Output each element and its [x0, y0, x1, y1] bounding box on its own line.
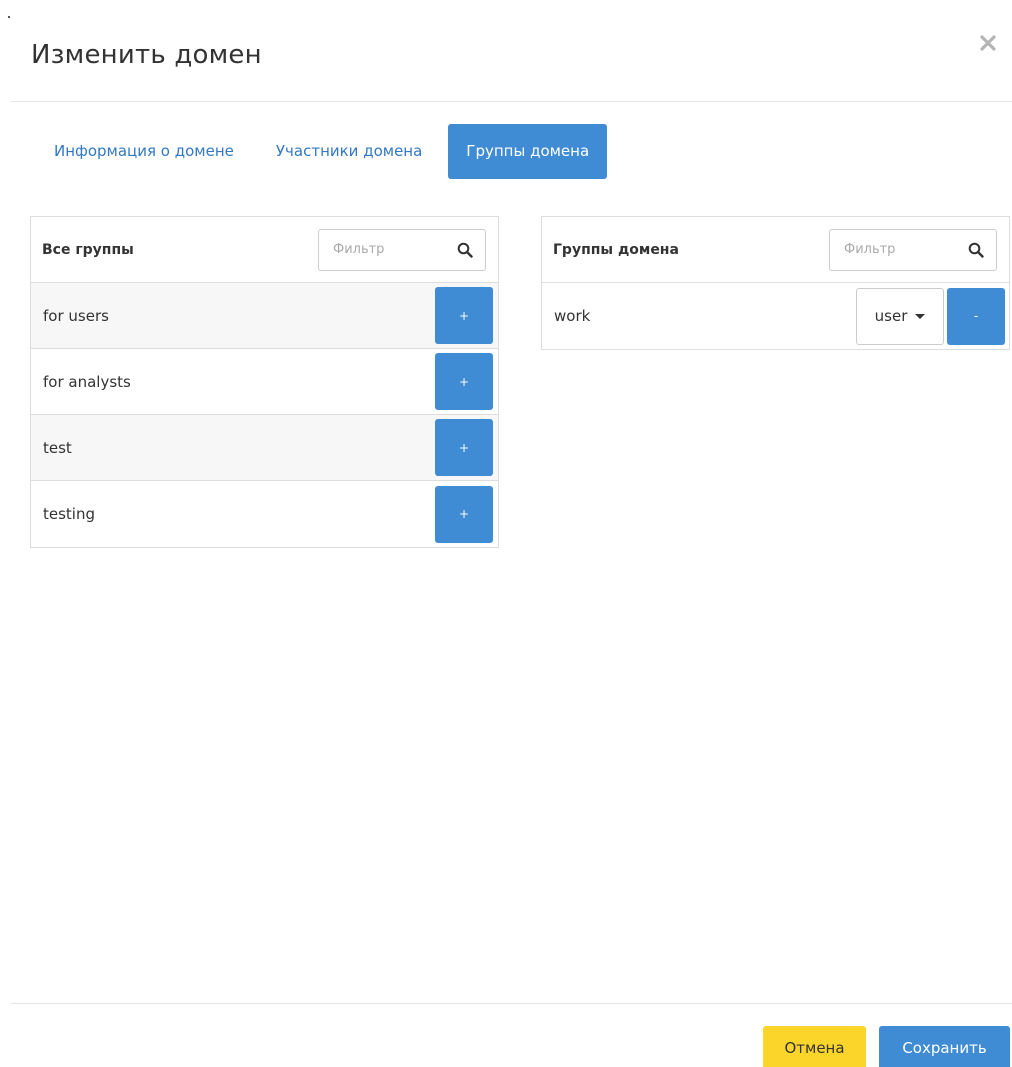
group-name: for analysts [43, 372, 131, 391]
header-divider [11, 101, 1012, 102]
list-item: test + [31, 415, 498, 481]
add-group-button[interactable]: + [435, 287, 493, 344]
list-item: for users + [31, 283, 498, 349]
all-groups-title: Все группы [42, 241, 134, 258]
tab-domain-info[interactable]: Информация о домене [36, 124, 252, 179]
group-name: for users [43, 306, 109, 325]
domain-groups-title: Группы домена [553, 241, 679, 258]
domain-groups-panel: Группы домена work user - [541, 216, 1010, 350]
list-item: testing + [31, 481, 498, 547]
add-group-button[interactable]: + [435, 419, 493, 476]
group-name: work [554, 307, 591, 325]
role-value: user [874, 307, 908, 325]
cancel-button[interactable]: Отмена [763, 1026, 866, 1067]
search-icon[interactable] [968, 242, 984, 258]
all-groups-header: Все группы [31, 217, 498, 283]
list-item: work user - [542, 283, 1009, 349]
all-groups-panel: Все группы for users + for analysts + te… [30, 216, 499, 548]
group-name: testing [43, 505, 96, 523]
tab-domain-groups[interactable]: Группы домена [448, 123, 608, 179]
search-icon[interactable] [457, 242, 473, 258]
save-button[interactable]: Сохранить [879, 1026, 1010, 1067]
domain-groups-header: Группы домена [542, 217, 1009, 283]
edit-domain-dialog: Изменить домен Информация о домене Участ… [0, 0, 1012, 1067]
chevron-down-icon [915, 313, 926, 319]
corner-dot [8, 16, 10, 18]
dialog-title: Изменить домен [31, 40, 262, 70]
remove-group-button[interactable]: - [947, 287, 1005, 345]
close-icon[interactable] [978, 34, 998, 54]
role-dropdown[interactable]: user [856, 287, 944, 345]
close-icon-glyph [980, 35, 996, 51]
all-groups-filter-input[interactable] [325, 242, 445, 257]
tab-bar: Информация о домене Участники домена Гру… [36, 123, 613, 179]
domain-groups-filter-input[interactable] [836, 242, 956, 257]
footer-divider [11, 1003, 1012, 1004]
row-actions: user - [856, 287, 1005, 345]
domain-groups-filter [829, 228, 997, 271]
tab-domain-members[interactable]: Участники домена [258, 124, 440, 179]
all-groups-filter [318, 228, 486, 271]
add-group-button[interactable]: + [435, 485, 493, 543]
add-group-button[interactable]: + [435, 353, 493, 410]
list-item: for analysts + [31, 349, 498, 415]
group-name: test [43, 438, 72, 457]
